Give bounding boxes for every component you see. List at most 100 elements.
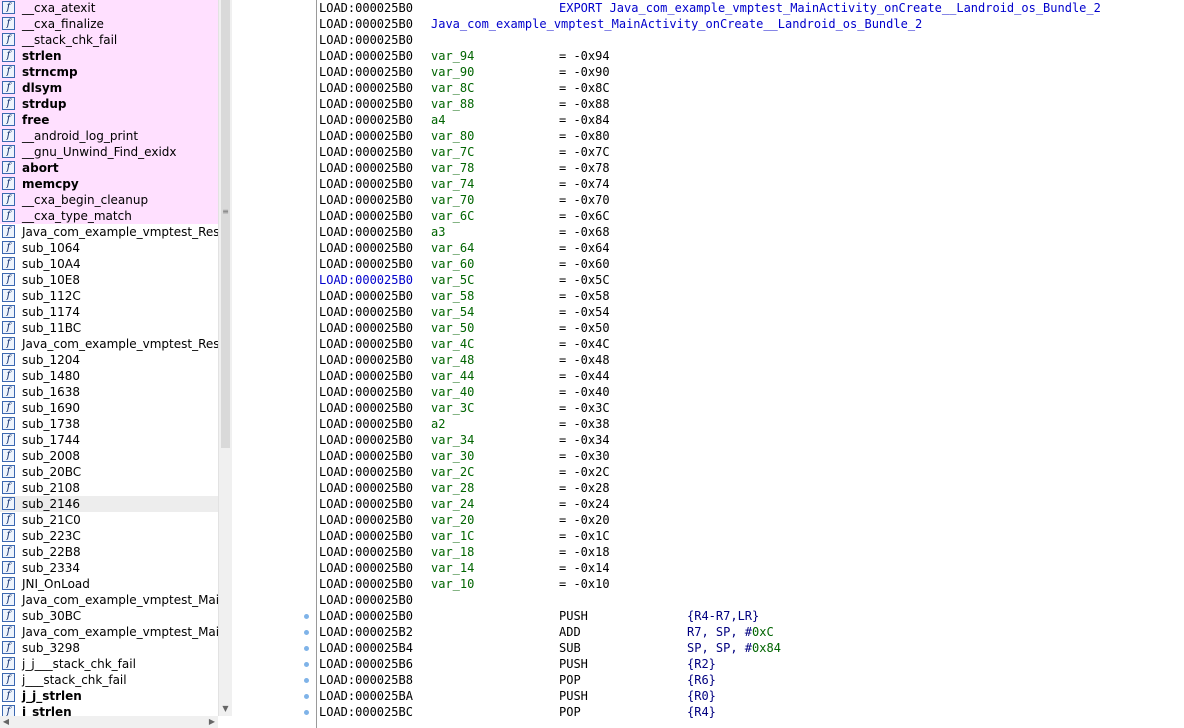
stack-var-name[interactable]: var_34: [431, 432, 474, 448]
disasm-line[interactable]: LOAD:000025B0 a4 = -0x84: [232, 112, 1184, 128]
disasm-line[interactable]: LOAD:000025B0 var_54 = -0x54: [232, 304, 1184, 320]
stack-var-name[interactable]: var_10: [431, 576, 474, 592]
disasm-line[interactable]: LOAD:000025B0 var_50 = -0x50: [232, 320, 1184, 336]
stack-var-name[interactable]: var_6C: [431, 208, 474, 224]
functions-vertical-scrollbar[interactable]: ▲ ≡ ▼: [218, 0, 232, 716]
disasm-line[interactable]: LOAD:000025B8 POP {R6}: [232, 672, 1184, 688]
disasm-line[interactable]: LOAD:000025B0 a3 = -0x68: [232, 224, 1184, 240]
stack-var-name[interactable]: var_78: [431, 160, 474, 176]
function-list-item[interactable]: f sub_2108: [0, 480, 218, 496]
stack-var-name[interactable]: var_4C: [431, 336, 474, 352]
disasm-line[interactable]: LOAD:000025B0 var_24 = -0x24: [232, 496, 1184, 512]
function-list-item[interactable]: f __gnu_Unwind_Find_exidx: [0, 144, 218, 160]
stack-var-name[interactable]: var_28: [431, 480, 474, 496]
disasm-line[interactable]: LOAD:000025B0 var_10 = -0x10: [232, 576, 1184, 592]
disasm-line[interactable]: LOAD:000025B0 var_90 = -0x90: [232, 64, 1184, 80]
functions-list[interactable]: f __cxa_atexit f __cxa_finalize f __stack_chk…: [0, 0, 218, 716]
disasm-line[interactable]: LOAD:000025B0 var_8C = -0x8C: [232, 80, 1184, 96]
disasm-line[interactable]: LOAD:000025B2 ADD R7, SP, #0xC: [232, 624, 1184, 640]
disasm-line[interactable]: LOAD:000025B0 var_74 = -0x74: [232, 176, 1184, 192]
disasm-line[interactable]: LOAD:000025B6 PUSH {R2}: [232, 656, 1184, 672]
disasm-line[interactable]: LOAD:000025B0 var_70 = -0x70: [232, 192, 1184, 208]
instruction-operands[interactable]: {R0}: [687, 688, 716, 704]
stack-var-name[interactable]: var_80: [431, 128, 474, 144]
stack-var-name[interactable]: var_70: [431, 192, 474, 208]
stack-var-name[interactable]: var_5C: [431, 272, 474, 288]
function-list-item[interactable]: f __cxa_finalize: [0, 16, 218, 32]
stack-var-name[interactable]: var_94: [431, 48, 474, 64]
function-list-item[interactable]: f sub_1480: [0, 368, 218, 384]
disasm-line[interactable]: LOAD:000025B0 Java_com_example_vmptest_Ma…: [232, 16, 1184, 32]
disasm-line[interactable]: LOAD:000025B0 var_20 = -0x20: [232, 512, 1184, 528]
function-list-item[interactable]: f sub_1738: [0, 416, 218, 432]
function-list-item[interactable]: f sub_21C0: [0, 512, 218, 528]
stack-var-name[interactable]: var_64: [431, 240, 474, 256]
instruction-operands[interactable]: {R4}: [687, 704, 716, 720]
disasm-line[interactable]: LOAD:000025B0 var_28 = -0x28: [232, 480, 1184, 496]
function-list-item[interactable]: f free: [0, 112, 218, 128]
disasm-line[interactable]: LOAD:000025B0 var_30 = -0x30: [232, 448, 1184, 464]
stack-var-name[interactable]: var_54: [431, 304, 474, 320]
function-list-item[interactable]: f j_strlen: [0, 704, 218, 716]
disasm-line[interactable]: LOAD:000025B0: [232, 32, 1184, 48]
function-list-item[interactable]: f memcpy: [0, 176, 218, 192]
disasm-line[interactable]: LOAD:000025B0 var_48 = -0x48: [232, 352, 1184, 368]
function-list-item[interactable]: f sub_2334: [0, 560, 218, 576]
scroll-down-arrow-icon[interactable]: ▼: [219, 702, 232, 716]
disasm-line[interactable]: LOAD:000025B0 var_14 = -0x14: [232, 560, 1184, 576]
function-list-item[interactable]: f __android_log_print: [0, 128, 218, 144]
disasm-line[interactable]: LOAD:000025B0 var_58 = -0x58: [232, 288, 1184, 304]
disasm-line[interactable]: LOAD:000025B0 var_44 = -0x44: [232, 368, 1184, 384]
stack-var-name[interactable]: a3: [431, 224, 445, 240]
function-list-item[interactable]: f sub_1638: [0, 384, 218, 400]
function-list-item[interactable]: f Java_com_example_vmptest_Main.: [0, 624, 218, 640]
disasm-line[interactable]: LOAD:000025B0 EXPORT Java_com_example_vmp…: [232, 0, 1184, 16]
stack-var-name[interactable]: var_1C: [431, 528, 474, 544]
function-list-item[interactable]: f strlen: [0, 48, 218, 64]
stack-var-name[interactable]: var_7C: [431, 144, 474, 160]
function-list-item[interactable]: f sub_1744: [0, 432, 218, 448]
function-list-item[interactable]: f j_j___stack_chk_fail: [0, 656, 218, 672]
stack-var-name[interactable]: var_58: [431, 288, 474, 304]
stack-var-name[interactable]: a4: [431, 112, 445, 128]
functions-pane[interactable]: f __cxa_atexit f __cxa_finalize f __stack_chk…: [0, 0, 218, 716]
stack-var-name[interactable]: var_24: [431, 496, 474, 512]
function-list-item[interactable]: f j_j_strlen: [0, 688, 218, 704]
function-list-item[interactable]: f dlsym: [0, 80, 218, 96]
disasm-line[interactable]: LOAD:000025B0 var_80 = -0x80: [232, 128, 1184, 144]
disasm-line[interactable]: LOAD:000025BA PUSH {R0}: [232, 688, 1184, 704]
function-list-item[interactable]: f sub_112C: [0, 288, 218, 304]
disasm-line[interactable]: LOAD:000025B0 var_60 = -0x60: [232, 256, 1184, 272]
function-list-item[interactable]: f __stack_chk_fail: [0, 32, 218, 48]
stack-var-name[interactable]: var_50: [431, 320, 474, 336]
scroll-right-arrow-icon[interactable]: ▶: [206, 716, 218, 728]
stack-var-name[interactable]: var_14: [431, 560, 474, 576]
instruction-operands[interactable]: {R2}: [687, 656, 716, 672]
function-list-item[interactable]: f sub_30BC: [0, 608, 218, 624]
function-list-item[interactable]: f sub_3298: [0, 640, 218, 656]
stack-var-name[interactable]: a2: [431, 416, 445, 432]
disasm-line[interactable]: LOAD:000025B0 var_34 = -0x34: [232, 432, 1184, 448]
function-list-item[interactable]: f sub_10A4: [0, 256, 218, 272]
stack-var-name[interactable]: var_88: [431, 96, 474, 112]
function-list-item[interactable]: f sub_2008: [0, 448, 218, 464]
function-list-item[interactable]: f __cxa_begin_cleanup: [0, 192, 218, 208]
disasm-line[interactable]: LOAD:000025BC POP {R4}: [232, 704, 1184, 720]
instruction-operands[interactable]: {R6}: [687, 672, 716, 688]
stack-var-name[interactable]: var_3C: [431, 400, 474, 416]
function-list-item[interactable]: f sub_10E8: [0, 272, 218, 288]
stack-var-name[interactable]: var_60: [431, 256, 474, 272]
stack-var-name[interactable]: var_90: [431, 64, 474, 80]
disasm-line[interactable]: LOAD:000025B0 var_4C = -0x4C: [232, 336, 1184, 352]
function-list-item[interactable]: f Java_com_example_vmptest_Resul: [0, 224, 218, 240]
functions-horizontal-scrollbar[interactable]: ◀ ▶: [0, 716, 218, 728]
function-list-item[interactable]: f sub_223C: [0, 528, 218, 544]
function-list-item[interactable]: f sub_11BC: [0, 320, 218, 336]
disasm-line[interactable]: LOAD:000025B0 var_40 = -0x40: [232, 384, 1184, 400]
stack-var-name[interactable]: var_74: [431, 176, 474, 192]
function-list-item[interactable]: f __cxa_atexit: [0, 0, 218, 16]
stack-var-name[interactable]: var_18: [431, 544, 474, 560]
function-list-item[interactable]: f strncmp: [0, 64, 218, 80]
scroll-left-arrow-icon[interactable]: ◀: [0, 716, 12, 728]
disasm-line[interactable]: LOAD:000025B0 var_5C = -0x5C: [232, 272, 1184, 288]
